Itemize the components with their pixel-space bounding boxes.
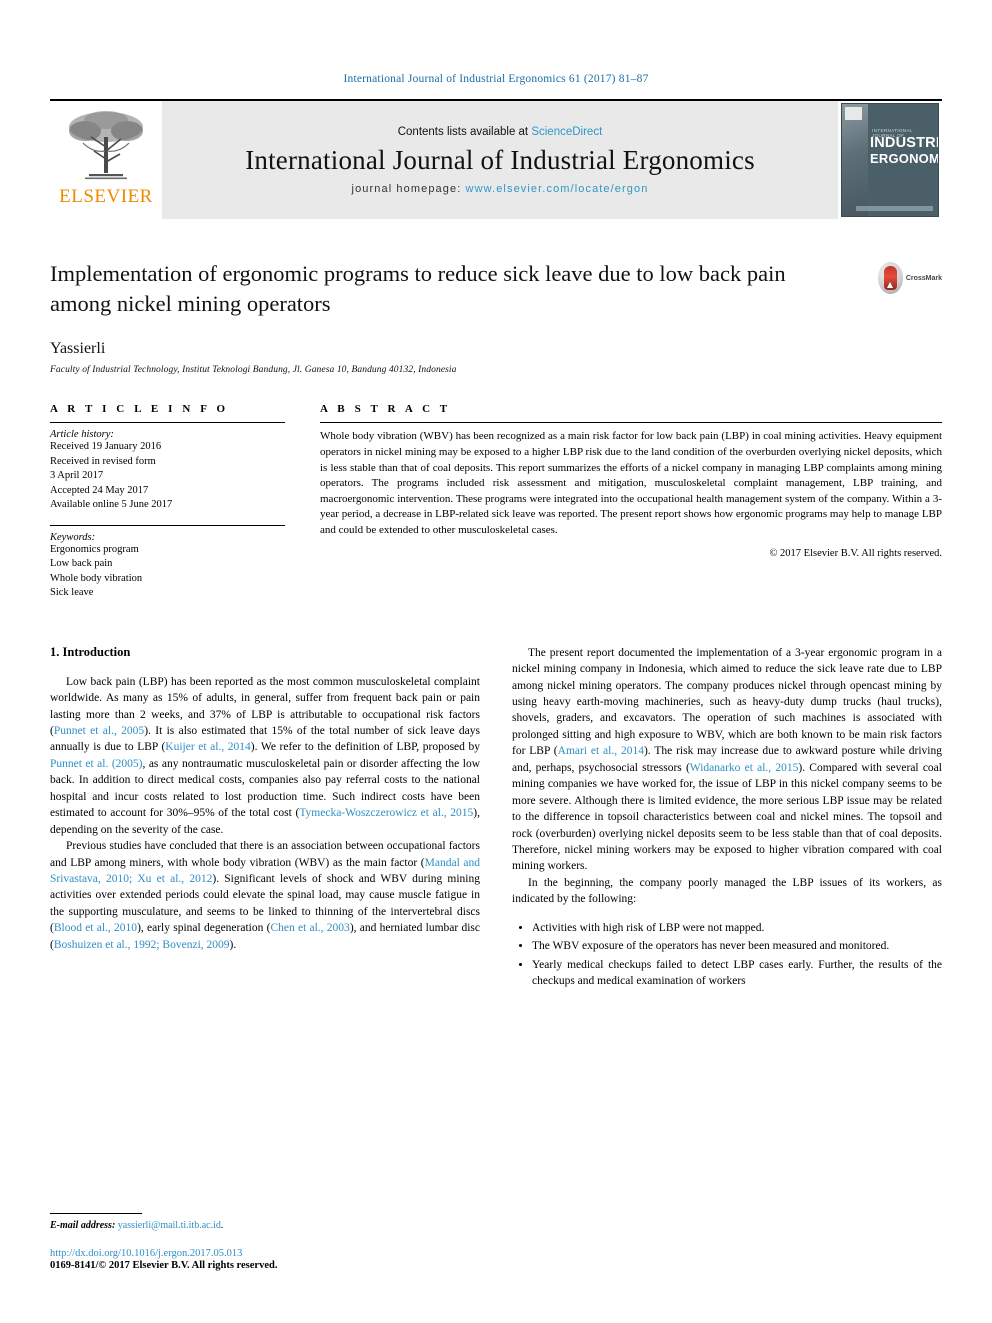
- section-heading: 1. Introduction: [50, 644, 131, 659]
- page-footer: E-mail address: yassierli@mail.ti.itb.ac…: [50, 1213, 470, 1271]
- keyword-item: Sick leave: [50, 587, 94, 599]
- elsevier-tree-icon: [69, 111, 143, 180]
- sciencedirect-link[interactable]: ScienceDirect: [531, 126, 602, 138]
- journal-homepage-line: journal homepage: www.elsevier.com/locat…: [352, 183, 649, 195]
- article-history-item: Accepted 24 May 2017: [50, 484, 149, 496]
- citation-link[interactable]: Punnet et al. (2005): [50, 758, 142, 770]
- article-info-heading: A R T I C L E I N F O: [50, 403, 229, 416]
- paragraph: Low back pain (LBP) has been reported as…: [50, 675, 481, 836]
- crossmark-mark-shape: [883, 266, 897, 290]
- citation-link[interactable]: Amari et al., 2014: [558, 745, 644, 757]
- article-history-item: 3 April 2017: [50, 470, 104, 482]
- crossmark-badge[interactable]: CrossMark: [878, 261, 942, 295]
- author-name: Yassierli: [50, 340, 106, 358]
- cover-title-line1: INDUSTRIAL: [870, 135, 938, 151]
- body-columns: 1. Introduction Low back pain (LBP) has …: [50, 645, 942, 992]
- journal-banner: Contents lists available at ScienceDirec…: [162, 101, 838, 219]
- contents-line: Contents lists available at ScienceDirec…: [398, 126, 603, 138]
- email-label: E-mail address:: [50, 1220, 116, 1231]
- article-history-item: Available online 5 June 2017: [50, 499, 173, 511]
- issues-bullet-list: Activities with high risk of LBP were no…: [512, 920, 942, 990]
- email-link[interactable]: yassierli@mail.ti.itb.ac.id: [118, 1220, 221, 1231]
- citation-link[interactable]: Widanarko et al., 2015: [690, 762, 799, 774]
- citation-link[interactable]: Boshuizen et al., 1992; Bovenzi, 2009: [54, 939, 230, 951]
- citation-link[interactable]: Chen et al., 2003: [270, 922, 349, 934]
- abstract-text: Whole body vibration (WBV) has been reco…: [320, 430, 942, 537]
- elsevier-logo: ELSEVIER: [50, 101, 162, 219]
- info-abstract-section: A R T I C L E I N F O Article history: R…: [50, 403, 942, 600]
- keyword-item: Ergonomics program: [50, 543, 139, 555]
- elsevier-wordmark: ELSEVIER: [59, 186, 153, 207]
- cover-publisher-tag: [845, 107, 862, 120]
- paragraph: Previous studies have concluded that the…: [50, 840, 480, 951]
- article-info-block: A R T I C L E I N F O Article history: R…: [50, 403, 305, 600]
- article-info-rule: [50, 422, 285, 424]
- keyword-item: Whole body vibration: [50, 572, 143, 584]
- journal-cover-image: INTERNATIONAL JOURNAL OF INDUSTRIAL ERGO…: [841, 103, 939, 217]
- list-item: The WBV exposure of the operators has ne…: [532, 938, 942, 954]
- list-item: Activities with high risk of LBP were no…: [532, 920, 942, 936]
- citation-link[interactable]: Mandal and Srivastava, 2010; Xu et al., …: [50, 857, 480, 885]
- article-history-title: Article history:: [50, 429, 114, 441]
- corresponding-email-line: E-mail address: yassierli@mail.ti.itb.ac…: [50, 1220, 224, 1231]
- abstract-block: A B S T R A C T Whole body vibration (WB…: [305, 403, 942, 600]
- contents-prefix: Contents lists available at: [397, 125, 532, 138]
- citation-link[interactable]: Kuijer et al., 2014: [165, 741, 251, 753]
- paragraph: In the beginning, the company poorly man…: [512, 876, 942, 906]
- cover-title-line2: ERGONOMICS: [870, 151, 939, 166]
- journal-title: International Journal of Industrial Ergo…: [245, 144, 755, 175]
- page-title: Implementation of ergonomic programs to …: [50, 261, 786, 316]
- citation-link[interactable]: Tymecka-Woszczerowicz et al., 2015: [299, 807, 473, 819]
- journal-homepage-link[interactable]: www.elsevier.com/locate/ergon: [466, 183, 649, 195]
- keywords-rule: [50, 524, 285, 526]
- issn-copyright-line: 0169-8141/© 2017 Elsevier B.V. All right…: [50, 1260, 278, 1271]
- abstract-rule: [320, 422, 942, 424]
- citation-link[interactable]: Blood et al., 2010: [54, 922, 137, 934]
- keyword-item: Low back pain: [50, 558, 113, 570]
- list-item: Yearly medical checkups failed to detect…: [532, 957, 942, 990]
- keywords-title: Keywords:: [50, 531, 96, 543]
- right-column: The present report documented the implem…: [512, 645, 942, 992]
- journal-masthead: ELSEVIER Contents lists available at Sci…: [50, 99, 942, 219]
- abstract-heading: A B S T R A C T: [320, 403, 451, 416]
- paper-page: International Journal of Industrial Ergo…: [0, 0, 992, 1323]
- cover-footer-bar: [856, 206, 933, 211]
- title-block: Implementation of ergonomic programs to …: [50, 259, 942, 375]
- journal-cover-thumbnail[interactable]: INTERNATIONAL JOURNAL OF INDUSTRIAL ERGO…: [838, 101, 942, 219]
- cover-photo-band: [842, 104, 868, 216]
- copyright-line: © 2017 Elsevier B.V. All rights reserved…: [769, 547, 942, 559]
- author-affiliation: Faculty of Industrial Technology, Instit…: [50, 365, 457, 376]
- citation-link[interactable]: Punnet et al., 2005: [54, 725, 144, 737]
- article-history-item: Received 19 January 2016: [50, 441, 162, 453]
- left-column: 1. Introduction Low back pain (LBP) has …: [50, 645, 480, 992]
- footnote-rule: [50, 1213, 142, 1214]
- crossmark-icon: [878, 262, 903, 294]
- homepage-prefix: journal homepage:: [351, 182, 466, 195]
- crossmark-label: CrossMark: [905, 274, 942, 282]
- running-head: International Journal of Industrial Ergo…: [343, 73, 649, 85]
- paragraph: The present report documented the implem…: [512, 646, 943, 873]
- article-history-item: Received in revised form: [50, 455, 156, 467]
- doi-link[interactable]: http://dx.doi.org/10.1016/j.ergon.2017.0…: [50, 1248, 470, 1259]
